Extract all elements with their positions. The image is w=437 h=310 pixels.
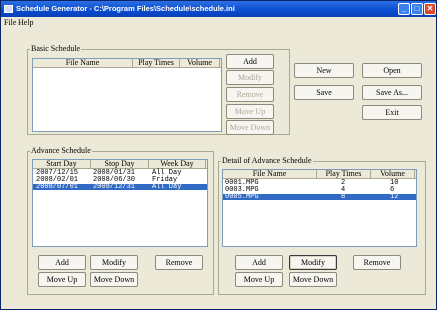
menu-file[interactable]: File [4,18,16,27]
detail-list-header: File Name Play Times Volume [223,170,416,179]
column-header-file-name[interactable]: File Name [33,59,133,67]
column-header-start-day[interactable]: Start Day [33,160,91,168]
basic-modify-button[interactable]: Modify [226,70,274,85]
volume-cell: 12 [390,193,399,201]
maximize-button[interactable]: □ [411,3,423,15]
column-header-play-times[interactable]: Play Times [317,170,371,178]
detail-row-selected[interactable]: 0005.MPG 8 12 [223,193,416,201]
schedule-generator-window: Schedule Generator - C:\Program Files\Sc… [0,0,437,310]
detail-schedule-legend: Detail of Advance Schedule [221,156,313,165]
open-button[interactable]: Open [362,63,422,78]
detail-modify-button[interactable]: Modify [289,255,337,270]
close-button[interactable]: ✕ [424,3,436,15]
detail-remove-button[interactable]: Remove [353,255,401,270]
detail-move-down-button[interactable]: Move Down [289,272,337,287]
play-times-cell: 8 [341,193,346,201]
advance-schedule-list[interactable]: Start Day Stop Day Week Day 2007/12/15 2… [32,159,208,247]
column-header-volume[interactable]: Volume [371,170,415,178]
basic-move-down-button[interactable]: Move Down [226,120,274,135]
basic-schedule-legend: Basic Schedule [30,44,82,53]
menu-help[interactable]: Help [18,18,34,27]
basic-remove-button[interactable]: Remove [226,87,274,102]
advance-add-button[interactable]: Add [38,255,86,270]
minimize-button[interactable]: _ [398,3,410,15]
stop-day-cell: 2008/12/31 [93,183,136,191]
advance-modify-button[interactable]: Modify [90,255,138,270]
column-header-volume[interactable]: Volume [180,59,220,67]
advance-move-up-button[interactable]: Move Up [38,272,86,287]
advance-schedule-legend: Advance Schedule [30,146,92,155]
start-day-cell: 2008/07/01 [36,183,79,191]
menu-bar: File Help [1,17,436,28]
column-header-play-times[interactable]: Play Times [133,59,180,67]
new-button[interactable]: New [294,63,354,78]
save-as-button[interactable]: Save As... [362,85,422,100]
advance-row-selected[interactable]: 2008/07/01 2008/12/31 All Day [33,183,207,191]
save-button[interactable]: Save [294,85,354,100]
exit-button[interactable]: Exit [362,105,422,120]
basic-move-up-button[interactable]: Move Up [226,104,274,119]
window-title: Schedule Generator - C:\Program Files\Sc… [16,4,235,13]
app-icon [4,5,13,13]
detail-move-up-button[interactable]: Move Up [235,272,283,287]
week-day-cell: All Day [152,183,182,191]
advance-move-down-button[interactable]: Move Down [90,272,138,287]
basic-add-button[interactable]: Add [226,54,274,69]
advance-remove-button[interactable]: Remove [155,255,203,270]
basic-list-header: File Name Play Times Volume [33,59,221,68]
column-header-file-name[interactable]: File Name [223,170,317,178]
column-header-stop-day[interactable]: Stop Day [91,160,149,168]
detail-schedule-list[interactable]: File Name Play Times Volume 0001.MPG 2 1… [222,169,417,247]
advance-list-header: Start Day Stop Day Week Day [33,160,207,169]
basic-schedule-list[interactable]: File Name Play Times Volume [32,58,222,132]
file-name-cell: 0005.MPG [225,193,259,201]
title-bar[interactable]: Schedule Generator - C:\Program Files\Sc… [1,1,436,17]
column-header-week-day[interactable]: Week Day [149,160,206,168]
detail-add-button[interactable]: Add [235,255,283,270]
